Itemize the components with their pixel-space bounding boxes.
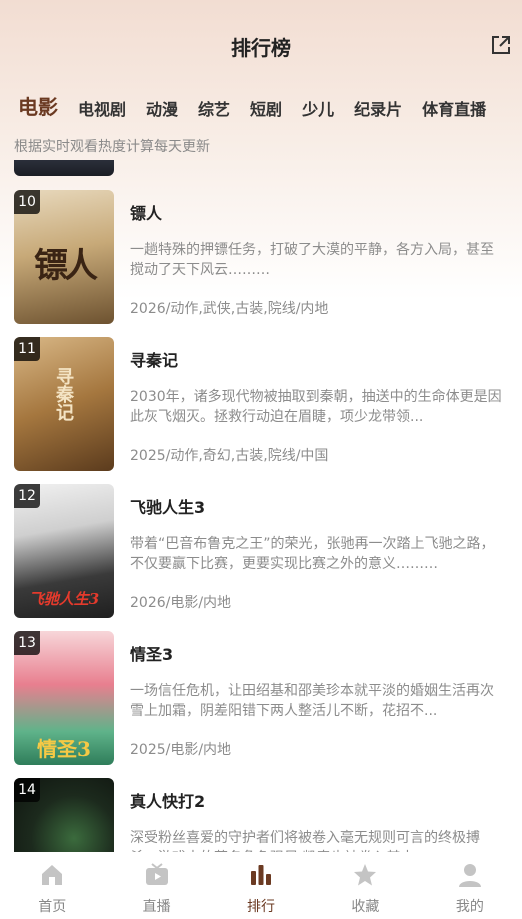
movie-title: 情圣3 xyxy=(130,645,174,664)
tab-anime[interactable]: 动漫 xyxy=(146,96,178,120)
movie-description: 深受粉丝喜爱的守护者们将被卷入毫无规则可言的终极搏杀，游戏中的著名角色强尼·凯奇… xyxy=(130,830,480,852)
nav-label: 直播 xyxy=(142,899,171,915)
poster-title-art: 情圣3 xyxy=(37,737,91,761)
list-item[interactable]: 情圣3 13 情圣3 一场信任危机，让田绍基和邵美珍本就平淡的婚姻生活再次雪上加… xyxy=(0,631,522,765)
list-item[interactable]: 飞驰人生3 12 飞驰人生3 带着“巴音布鲁克之王”的荣光，张驰再一次踏上飞驰之… xyxy=(0,484,522,618)
rank-badge: 14 xyxy=(14,778,40,802)
previous-item-poster-edge xyxy=(14,160,114,176)
tv-play-icon xyxy=(145,863,168,885)
rank-badge: 10 xyxy=(14,190,40,214)
user-icon xyxy=(458,864,481,887)
nav-label: 首页 xyxy=(38,899,67,915)
list-item[interactable]: 镖人 10 镖人 一趟特殊的押镖任务，打破了大漠的平静，各方入局，甚至搅动了天下… xyxy=(0,190,522,324)
rank-badge: 12 xyxy=(14,484,40,508)
movie-meta: 2025/动作,奇幻,古装,院线/中国 xyxy=(130,448,329,464)
tab-tv-series[interactable]: 电视剧 xyxy=(78,96,126,120)
tab-variety[interactable]: 综艺 xyxy=(198,96,230,120)
movie-description: 2030年，诸多现代物被抽取到秦朝，抽送中的生命体更是因此灰飞烟灭。拯救行动迫在… xyxy=(130,389,502,425)
movie-title: 镖人 xyxy=(130,204,163,223)
nav-home[interactable]: 首页 xyxy=(0,852,104,919)
ranking-subtitle: 根据实时观看热度计算每天更新 xyxy=(14,139,210,155)
ranking-bars-icon xyxy=(251,865,272,885)
category-tabs: 电影 电视剧 动漫 综艺 短剧 少儿 纪录片 体育直播 xyxy=(0,92,522,120)
tab-movie[interactable]: 电影 xyxy=(18,91,58,120)
ranking-list[interactable]: 镖人 10 镖人 一趟特殊的押镖任务，打破了大漠的平静，各方入局，甚至搅动了天下… xyxy=(0,160,522,852)
poster-image[interactable]: 情圣3 13 xyxy=(14,631,114,765)
rank-badge: 13 xyxy=(14,631,40,655)
tab-sports-live[interactable]: 体育直播 xyxy=(422,96,486,120)
poster-title-art: 飞驰人生3 xyxy=(28,590,100,608)
share-icon[interactable] xyxy=(490,34,512,56)
nav-ranking[interactable]: 排行 xyxy=(209,852,313,919)
movie-meta: 2026/动作,武侠,古装,院线/内地 xyxy=(130,301,329,317)
nav-label: 排行 xyxy=(247,899,276,915)
list-item[interactable]: 寻秦记 11 寻秦记 2030年，诸多现代物被抽取到秦朝，抽送中的生命体更是因此… xyxy=(0,337,522,471)
nav-favorites[interactable]: 收藏 xyxy=(313,852,417,919)
tab-short-drama[interactable]: 短剧 xyxy=(250,96,282,120)
movie-meta: 2026/电影/内地 xyxy=(130,595,232,611)
star-icon xyxy=(354,864,377,886)
header: 排行榜 xyxy=(0,0,522,92)
movie-title: 飞驰人生3 xyxy=(130,498,206,517)
poster-title-art: 寻秦记 xyxy=(53,367,74,421)
tab-documentary[interactable]: 纪录片 xyxy=(354,96,402,120)
list-item[interactable]: 14 真人快打2 深受粉丝喜爱的守护者们将被卷入毫无规则可言的终极搏杀，游戏中的… xyxy=(0,778,522,852)
poster-image[interactable]: 14 xyxy=(14,778,114,852)
poster-image[interactable]: 镖人 10 xyxy=(14,190,114,324)
nav-live[interactable]: 直播 xyxy=(104,852,208,919)
poster-image[interactable]: 寻秦记 11 xyxy=(14,337,114,471)
home-icon xyxy=(42,865,63,885)
movie-title: 寻秦记 xyxy=(130,351,179,370)
bottom-navigation: 首页 直播 排行 收藏 我的 xyxy=(0,852,522,919)
nav-profile[interactable]: 我的 xyxy=(418,852,522,919)
movie-description: 一趟特殊的押镖任务，打破了大漠的平静，各方入局，甚至搅动了天下风云……… xyxy=(130,242,494,278)
movie-title: 真人快打2 xyxy=(130,792,206,811)
rank-badge: 11 xyxy=(14,337,40,361)
movie-description: 带着“巴音布鲁克之王”的荣光，张驰再一次踏上飞驰之路，不仅要赢下比赛，更要实现比… xyxy=(130,536,495,572)
page-title: 排行榜 xyxy=(231,36,291,60)
nav-label: 我的 xyxy=(455,899,484,915)
tab-kids[interactable]: 少儿 xyxy=(302,96,334,120)
movie-meta: 2025/电影/内地 xyxy=(130,742,232,758)
poster-image[interactable]: 飞驰人生3 12 xyxy=(14,484,114,618)
nav-label: 收藏 xyxy=(351,899,380,915)
poster-title-art: 镖人 xyxy=(34,246,98,286)
movie-description: 一场信任危机，让田绍基和邵美珍本就平淡的婚姻生活再次雪上加霜，阴差阳错下两人整活… xyxy=(130,683,494,719)
